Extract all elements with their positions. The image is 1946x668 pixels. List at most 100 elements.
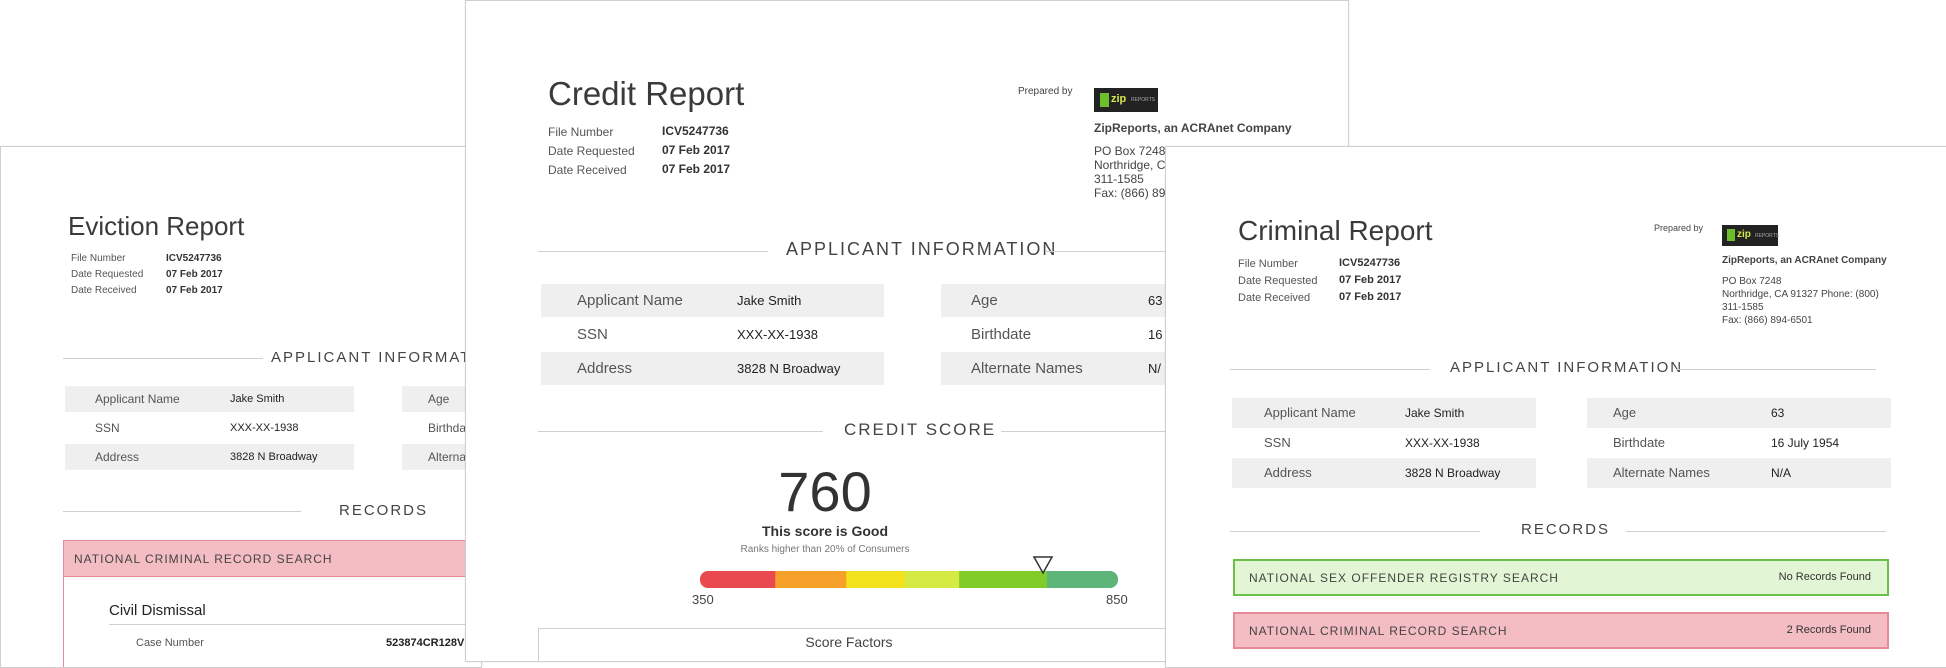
divider [63,511,301,512]
date-received-label: Date Received [548,163,627,177]
ssn-label: SSN [577,326,608,343]
record-search-name: NATIONAL CRIMINAL RECORD SEARCH [74,552,333,566]
record-search-status: No Records Found [1778,571,1871,583]
logo-wordmark: zip [1737,229,1751,240]
address-label: Address [1264,465,1312,480]
ssn-value: XXX-XX-1938 [230,422,299,434]
divider [1230,369,1430,370]
address-label: Address [95,450,140,464]
gauge-segment [700,571,776,588]
gauge-segment [846,571,906,588]
ssn-row: SSN XXX-XX-1938 [65,415,354,441]
credit-score-gauge [700,556,1118,588]
national-criminal-record-bar[interactable]: NATIONAL CRIMINAL RECORD SEARCH [63,540,481,577]
address-row: Address 3828 N Broadway [65,444,354,470]
date-received-label: Date Received [71,285,137,296]
scale-max-label: 850 [1106,592,1128,607]
date-requested-label: Date Requested [71,269,144,280]
prepared-by-label: Prepared by [1654,223,1704,233]
birthdate-value: 16 July 1954 [1771,436,1840,450]
date-received-label: Date Received [1238,292,1311,304]
applicant-name-label: Applicant Name [95,392,180,406]
case-number-label: Case Number [136,637,204,649]
prepared-by-label: Prepared by [1018,86,1073,97]
age-label: Age [1613,405,1637,420]
birthdate-value: 16 [1148,327,1163,342]
gauge-segment [1046,571,1118,588]
date-received-value: 07 Feb 2017 [166,285,223,296]
logo-mark-icon [1727,229,1735,241]
date-requested-value: 07 Feb 2017 [166,269,223,280]
divider [1676,369,1876,370]
birthdate-row: Birthdate 16 [941,318,1171,351]
file-number-value: ICV5247736 [1339,257,1401,269]
case-number-value: 523874CR128V [386,637,465,649]
age-value: 63 [1148,293,1163,308]
divider [1626,531,1886,532]
alternate-names-label: Alternate Names [971,360,1083,377]
age-value: 63 [1771,406,1785,420]
zipreports-logo: zip REPORTS [1094,88,1158,112]
credit-score-heading: CREDIT SCORE [844,420,997,439]
score-factors-box: Score Factors [538,628,1238,661]
address-row: Address 3828 N Broadway [1232,458,1536,488]
birthdate-label: Birthdate [1613,435,1666,450]
score-indicator-icon [1032,556,1054,575]
date-received-value: 07 Feb 2017 [662,162,731,176]
file-number-label: File Number [548,125,614,139]
divider [109,624,481,625]
file-number-value: ICV5247736 [662,124,729,138]
age-label: Age [428,392,450,406]
civil-dismissal-heading: Civil Dismissal [109,602,206,619]
address-value: 3828 N Broadway [737,361,841,376]
address-line-4: Fax: (866) 894-6501 [1722,315,1813,326]
ssn-row: SSN XXX-XX-1938 [541,318,884,351]
address-label: Address [577,360,633,377]
address-line-2: Northridge, CA 91327 Phone: (800) [1722,289,1879,300]
address-value: 3828 N Broadway [1405,466,1501,480]
address-row: Address 3828 N Broadway [541,352,884,385]
divider [63,358,263,359]
ssn-label: SSN [1264,435,1291,450]
score-rating-text: This score is Good [761,523,889,539]
records-heading: RECORDS [339,502,429,519]
address-line-3: 311-1585 [1722,302,1764,313]
alternate-names-row: Alternate Names N/ [941,352,1171,385]
alternate-names-label: Alternate Names [1613,465,1710,480]
zipreports-logo: zip REPORTS [1722,225,1780,246]
alternate-names-value: N/ [1148,361,1161,376]
date-received-value: 07 Feb 2017 [1339,291,1402,303]
criminal-report-title: Criminal Report [1238,215,1433,246]
divider [1230,531,1480,532]
file-number-value: ICV5247736 [166,253,222,264]
divider [538,431,823,432]
sex-offender-registry-search-bar[interactable]: NATIONAL SEX OFFENDER REGISTRY SEARCH No… [1233,559,1889,596]
gauge-segment [775,571,847,588]
eviction-report-title: Eviction Report [68,211,245,241]
address-line-1: PO Box 7248 [1722,276,1782,287]
logo-wordmark: zip [1111,93,1127,105]
file-number-label: File Number [1238,258,1298,270]
address-line-1: PO Box 7248 [1094,144,1166,158]
applicant-name-value: Jake Smith [737,293,802,308]
logo-subtext: REPORTS [1755,233,1780,239]
applicant-name-row: Applicant Name Jake Smith [65,386,354,412]
applicant-information-heading: APPLICANT INFORMATION [786,239,1058,259]
national-criminal-record-search-bar[interactable]: NATIONAL CRIMINAL RECORD SEARCH 2 Record… [1233,612,1889,649]
ssn-value: XXX-XX-1938 [737,327,818,342]
address-line-4: Fax: (866) 89 [1094,186,1166,200]
divider [538,251,768,252]
date-requested-value: 07 Feb 2017 [1339,274,1402,286]
applicant-name-label: Applicant Name [577,292,683,309]
record-detail-border [63,577,64,667]
scale-min-label: 350 [692,592,714,607]
age-row: Age 63 [941,284,1171,317]
score-factors-label: Score Factors [805,634,893,650]
applicant-information-heading: APPLICANT INFORMATION [271,349,482,366]
company-name: ZipReports, an ACRAnet Company [1722,255,1887,266]
applicant-information-heading: APPLICANT INFORMATION [1450,359,1684,376]
date-requested-label: Date Requested [1238,275,1318,287]
gauge-svg [700,571,1118,588]
address-value: 3828 N Broadway [230,451,318,463]
applicant-name-value: Jake Smith [1405,406,1465,420]
